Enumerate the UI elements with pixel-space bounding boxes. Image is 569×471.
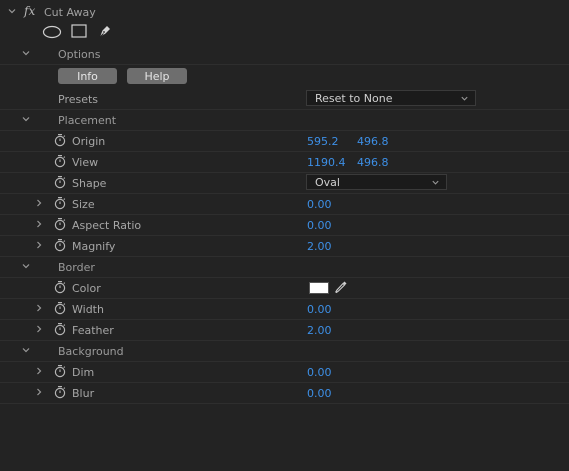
options-group-row[interactable]: Options [0,44,569,65]
color-label: Color [72,282,101,295]
ellipse-mask-icon[interactable] [42,25,62,39]
background-group-row[interactable]: Background [0,341,569,362]
shape-label: Shape [72,177,107,190]
chevron-down-icon[interactable] [6,5,18,17]
size-row: Size 0.00 [0,194,569,215]
presets-label: Presets [58,93,99,106]
chevron-right-icon[interactable] [33,218,45,230]
feather-label: Feather [72,324,114,337]
color-swatch[interactable] [309,282,329,294]
dim-label: Dim [72,366,95,379]
presets-row: Presets Reset to None [0,89,569,110]
origin-y-value[interactable]: 496.8 [357,135,389,148]
mask-tools-row [0,22,569,43]
fx-toggle[interactable]: fx [24,4,35,18]
chevron-down-icon[interactable] [20,344,32,356]
chevron-right-icon[interactable] [33,365,45,377]
shape-dropdown[interactable]: Oval [306,174,447,190]
chevron-down-icon[interactable] [20,260,32,272]
presets-value: Reset to None [315,91,393,105]
blur-label: Blur [72,387,95,400]
aspect-ratio-row: Aspect Ratio 0.00 [0,215,569,236]
size-label: Size [72,198,95,211]
stopwatch-icon[interactable] [53,301,67,315]
magnify-value[interactable]: 2.00 [307,240,332,253]
stopwatch-icon[interactable] [53,196,67,210]
placement-group-row[interactable]: Placement [0,110,569,131]
chevron-down-icon [460,94,469,103]
color-row: Color [0,278,569,299]
chevron-down-icon[interactable] [20,113,32,125]
stopwatch-icon[interactable] [53,385,67,399]
view-y-value[interactable]: 496.8 [357,156,389,169]
help-button[interactable]: Help [127,68,187,84]
pen-mask-icon[interactable] [97,23,113,39]
dim-value[interactable]: 0.00 [307,366,332,379]
shape-row: Shape Oval [0,173,569,194]
view-label: View [72,156,99,169]
size-value[interactable]: 0.00 [307,198,332,211]
chevron-right-icon[interactable] [33,323,45,335]
eyedropper-icon[interactable] [334,280,348,294]
chevron-right-icon[interactable] [33,239,45,251]
stopwatch-icon[interactable] [53,154,67,168]
presets-dropdown[interactable]: Reset to None [306,90,476,106]
rectangle-mask-icon[interactable] [71,24,87,38]
info-button[interactable]: Info [58,68,117,84]
options-label: Options [58,48,101,61]
view-x-value[interactable]: 1190.4 [307,156,346,169]
aspect-ratio-value[interactable]: 0.00 [307,219,332,232]
stopwatch-icon[interactable] [53,322,67,336]
origin-x-value[interactable]: 595.2 [307,135,339,148]
stopwatch-icon[interactable] [53,217,67,231]
shape-value: Oval [315,175,340,189]
effect-name: Cut Away [44,6,96,19]
chevron-right-icon[interactable] [33,302,45,314]
background-label: Background [58,345,124,358]
chevron-down-icon[interactable] [20,47,32,59]
dim-row: Dim 0.00 [0,362,569,383]
chevron-right-icon[interactable] [33,197,45,209]
stopwatch-icon[interactable] [53,364,67,378]
feather-row: Feather 2.00 [0,320,569,341]
feather-value[interactable]: 2.00 [307,324,332,337]
view-row: View 1190.4 496.8 [0,152,569,173]
border-group-row[interactable]: Border [0,257,569,278]
magnify-label: Magnify [72,240,116,253]
aspect-ratio-label: Aspect Ratio [72,219,142,232]
width-label: Width [72,303,104,316]
origin-label: Origin [72,135,106,148]
blur-value[interactable]: 0.00 [307,387,332,400]
magnify-row: Magnify 2.00 [0,236,569,257]
blur-row: Blur 0.00 [0,383,569,404]
stopwatch-icon[interactable] [53,133,67,147]
placement-label: Placement [58,114,117,127]
options-buttons-row: Info Help [0,68,569,89]
stopwatch-icon[interactable] [53,175,67,189]
chevron-right-icon[interactable] [33,386,45,398]
border-label: Border [58,261,95,274]
stopwatch-icon[interactable] [53,238,67,252]
width-value[interactable]: 0.00 [307,303,332,316]
chevron-down-icon [431,178,440,187]
origin-row: Origin 595.2 496.8 [0,131,569,152]
effect-header-row[interactable]: fx Cut Away [0,2,569,23]
stopwatch-icon[interactable] [53,280,67,294]
width-row: Width 0.00 [0,299,569,320]
